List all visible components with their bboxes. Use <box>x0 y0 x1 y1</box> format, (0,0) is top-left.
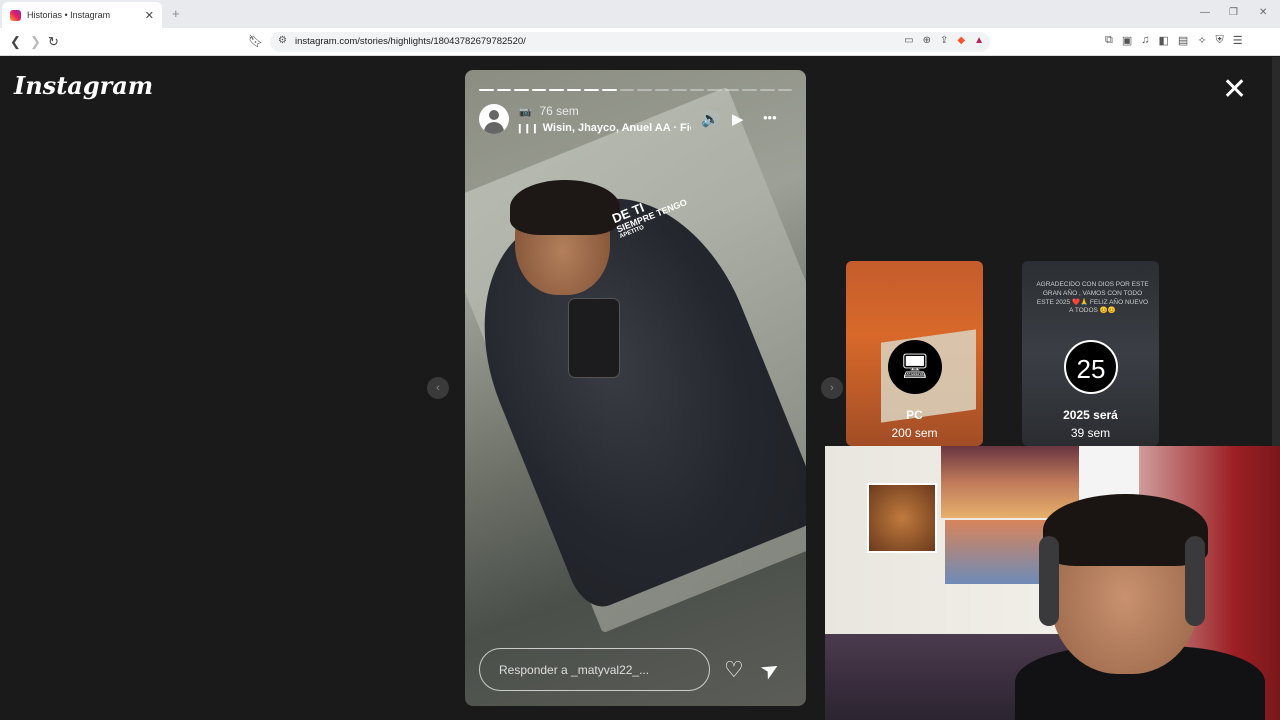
progress-segment <box>479 89 494 91</box>
sidebar-icon[interactable]: ◧ <box>1159 34 1169 47</box>
progress-segment <box>601 89 617 91</box>
restore-button[interactable]: ❐ <box>1229 7 1238 18</box>
webcam-poster <box>867 483 937 553</box>
progress-segment <box>777 89 793 91</box>
highlight-2025[interactable]: AGRADECIDO CON DIOS POR ESTE GRAN AÑO , … <box>1022 261 1159 446</box>
progress-segment <box>566 89 582 91</box>
progress-segment <box>742 89 757 91</box>
like-heart-icon[interactable]: ♡ <box>724 657 744 683</box>
progress-segment <box>496 89 512 91</box>
highlight-weeks: 200 sem <box>891 426 938 440</box>
leo-ai-icon[interactable]: ✧ <box>1197 34 1206 47</box>
url-actions: ▭ ⊕ ⇪ ◆ ▲ <box>904 35 984 46</box>
toolbar-icons: ⧉ ▣ ♫ ◧ ▤ ✧ ⛨ ☰ <box>1105 34 1243 47</box>
progress-segment <box>760 89 775 91</box>
bookmark-icon[interactable]: 🔖︎ <box>248 34 263 48</box>
progress-segment <box>531 89 547 91</box>
url-text: instagram.com/stories/highlights/1804378… <box>295 36 526 47</box>
instagram-logo[interactable]: Instagram <box>14 71 153 100</box>
highlight-pc[interactable]: 🖥 PC 200 sem <box>846 261 983 446</box>
progress-segment <box>637 89 652 91</box>
monitor-icon: 🖥 <box>888 340 942 394</box>
back-icon[interactable]: ❮ <box>10 34 21 50</box>
story-photo-phone <box>568 298 620 378</box>
reply-input[interactable]: Responder a _matyval22_... <box>479 648 710 691</box>
music-label[interactable]: ❙❙❙Wisin, Jhayco, Anuel AA · Fiel (I <box>516 122 691 134</box>
zoom-icon[interactable]: ⊕ <box>923 35 931 46</box>
webcam-person-hair <box>1043 494 1208 566</box>
webcam-poster <box>941 446 1079 518</box>
story-photo-hair <box>510 180 620 235</box>
extensions-icon[interactable]: ⧉ <box>1105 34 1113 47</box>
media-icon[interactable]: ♫ <box>1141 34 1149 47</box>
more-options-icon[interactable]: ••• <box>763 110 777 125</box>
progress-segment <box>689 89 705 91</box>
highlight-name: PC <box>906 408 923 422</box>
music-bars-icon: ❙❙❙ <box>516 123 539 133</box>
screenshot-icon[interactable]: ▣ <box>1122 34 1132 47</box>
highlight-name: 2025 será <box>1063 408 1118 422</box>
browser-tabbar: Historias • Instagram ✕ + — ❐ ✕ <box>0 0 1280 28</box>
tab-title: Historias • Instagram <box>27 10 111 20</box>
progress-segment <box>619 89 635 91</box>
menu-icon[interactable]: ☰ <box>1233 34 1243 47</box>
avatar[interactable] <box>479 104 509 134</box>
camera-icon: 📷 <box>519 107 532 118</box>
window-close-button[interactable]: ✕ <box>1259 7 1267 18</box>
story-header: 📷76 sem ❙❙❙Wisin, Jhayco, Anuel AA · Fie… <box>479 104 792 140</box>
progress-segment <box>549 89 564 91</box>
instagram-story-viewer: Instagram ✕ ‹ › DE TI SIEMPRE TENGO APET… <box>0 57 1280 720</box>
new-tab-button[interactable]: + <box>172 6 180 21</box>
progress-segment <box>724 89 740 91</box>
instagram-favicon-icon <box>10 9 21 21</box>
forward-icon[interactable]: ❯ <box>30 34 41 50</box>
send-icon[interactable]: ➤ <box>756 654 785 686</box>
story-timestamp: 📷 76 sem <box>519 104 579 118</box>
headset-icon <box>1039 536 1059 626</box>
reload-icon[interactable]: ↻ <box>48 34 59 50</box>
progress-segment <box>654 89 670 91</box>
highlight-caption: AGRADECIDO CON DIOS POR ESTE GRAN AÑO , … <box>1036 281 1149 315</box>
tab-historias[interactable]: Historias • Instagram ✕ <box>2 2 162 28</box>
progress-segment <box>672 89 687 91</box>
minimize-button[interactable]: — <box>1200 7 1210 18</box>
number-25-icon: 25 <box>1064 340 1118 394</box>
play-icon[interactable]: ▶ <box>732 110 744 128</box>
site-settings-icon[interactable]: ⚙ <box>278 35 287 46</box>
progress-segment <box>584 89 599 91</box>
rewards-icon[interactable]: ▲ <box>974 35 984 46</box>
close-viewer-icon[interactable]: ✕ <box>1222 75 1247 105</box>
story-progress-bar <box>479 89 793 91</box>
vpn-icon[interactable]: ⛨ <box>1216 34 1224 47</box>
share-icon[interactable]: ⇪ <box>940 35 948 46</box>
story-card[interactable]: DE TI SIEMPRE TENGO APETITO 📷 76 sem ❙❙❙ W… <box>465 70 806 706</box>
progress-segment <box>514 89 529 91</box>
webcam-overlay <box>825 446 1280 720</box>
progress-segment <box>707 89 722 91</box>
previous-story-button[interactable]: ‹ <box>427 377 449 399</box>
tab-close-icon[interactable]: ✕ <box>145 9 154 22</box>
highlight-weeks: 39 sem <box>1070 426 1111 440</box>
next-story-button[interactable]: › <box>821 377 843 399</box>
wallet-icon[interactable]: ▤ <box>1178 34 1188 47</box>
url-field[interactable]: ⚙ instagram.com/stories/highlights/18043… <box>270 32 990 52</box>
cast-icon[interactable]: ▭ <box>904 35 913 46</box>
brave-shield-icon[interactable]: ◆ <box>957 35 965 46</box>
headset-icon <box>1185 536 1205 626</box>
volume-icon[interactable]: 🔊 <box>701 110 720 128</box>
address-bar-row: ❮ ❯ ↻ 🔖︎ ⚙ instagram.com/stories/highlig… <box>0 28 1280 56</box>
